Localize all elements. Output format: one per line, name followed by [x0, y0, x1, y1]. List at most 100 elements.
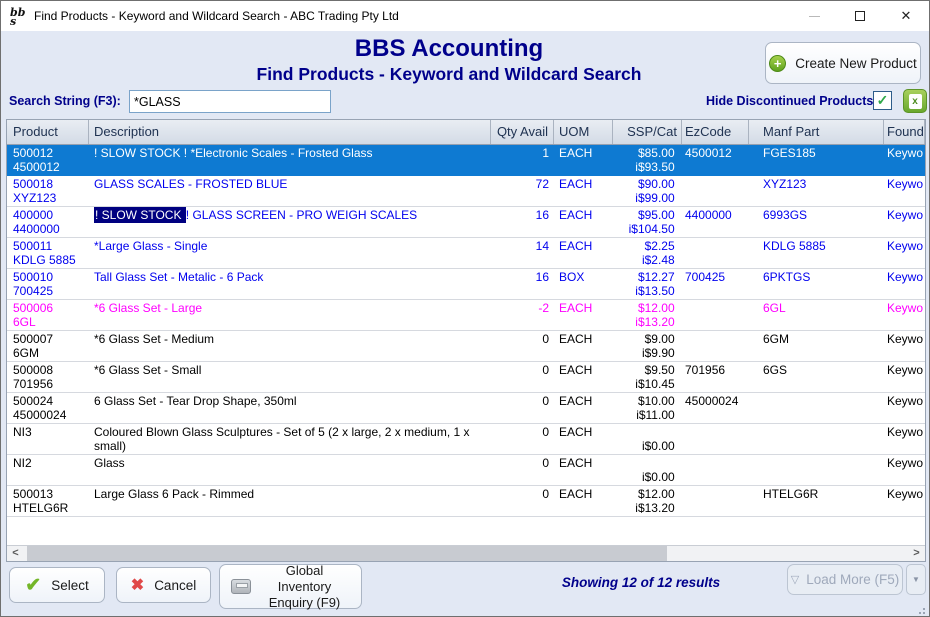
cancel-button[interactable]: ✖ Cancel [116, 567, 211, 603]
cell-manf-part: FGES185 [749, 145, 884, 175]
cell-description: Tall Glass Set - Metalic - 6 Pack [89, 269, 491, 299]
headings: BBS Accounting Find Products - Keyword a… [1, 35, 897, 85]
load-more-dropdown-button[interactable]: ▼ [906, 564, 926, 595]
resize-grip[interactable] [915, 604, 925, 614]
table-row[interactable]: NI2Glass0EACH i$0.00 Keywo [7, 455, 925, 486]
cell-product: 50002445000024 [7, 393, 89, 423]
cell-uom: EACH [554, 238, 613, 268]
scroll-right-icon[interactable]: > [908, 546, 925, 561]
cell-manf-part: 6GS [749, 362, 884, 392]
table-row[interactable]: 5000076GM*6 Glass Set - Medium0EACH$9.00… [7, 331, 925, 362]
cell-uom: EACH [554, 424, 613, 454]
cell-product: 5000124500012 [7, 145, 89, 175]
cell-product: 4000004400000 [7, 207, 89, 237]
column-header-description[interactable]: Description [89, 120, 491, 144]
table-row[interactable]: 5000124500012! SLOW STOCK ! *Electronic … [7, 145, 925, 176]
cell-uom: BOX [554, 269, 613, 299]
scroll-left-icon[interactable]: < [7, 546, 24, 561]
cell-uom: EACH [554, 362, 613, 392]
create-new-product-button[interactable]: + Create New Product [765, 42, 921, 84]
cell-ssp-cat: $12.00 i$13.20 [613, 486, 682, 516]
cell-ezcode [682, 486, 749, 516]
cell-manf-part [749, 455, 884, 485]
cell-ezcode [682, 424, 749, 454]
cell-ezcode: 701956 [682, 362, 749, 392]
cell-ezcode [682, 300, 749, 330]
cell-found: Keywo [884, 145, 925, 175]
cell-ssp-cat: $90.00 i$99.00 [613, 176, 682, 206]
page-title: Find Products - Keyword and Wildcard Sea… [1, 63, 897, 85]
results-status: Showing 12 of 12 results [562, 575, 720, 590]
select-button[interactable]: ✔ Select [9, 567, 105, 603]
column-header-ssp-cat[interactable]: SSP/Cat [613, 120, 682, 144]
column-header-found[interactable]: Found [884, 120, 925, 144]
cell-ssp-cat: $9.50 i$10.45 [613, 362, 682, 392]
cell-qty-avail: 16 [491, 207, 554, 237]
cell-found: Keywo [884, 424, 925, 454]
cell-product: 500010700425 [7, 269, 89, 299]
cell-found: Keywo [884, 331, 925, 361]
export-to-excel-button[interactable]: x [903, 89, 927, 113]
excel-icon: x [909, 94, 922, 109]
cell-ssp-cat: $85.00 i$93.50 [613, 145, 682, 175]
cell-description: *Large Glass - Single [89, 238, 491, 268]
cell-description: *6 Glass Set - Small [89, 362, 491, 392]
search-input[interactable] [129, 90, 331, 113]
minimize-button[interactable] [791, 1, 837, 31]
cell-description: Coloured Blown Glass Sculptures - Set of… [89, 424, 491, 454]
cell-product: 5000066GL [7, 300, 89, 330]
cell-uom: EACH [554, 176, 613, 206]
column-header-ezcode[interactable]: EzCode [682, 120, 749, 144]
cell-ssp-cat: $10.00 i$11.00 [613, 393, 682, 423]
load-more-button[interactable]: ▽ Load More (F5) [787, 564, 903, 595]
table-row[interactable]: 500008701956*6 Glass Set - Small0EACH$9.… [7, 362, 925, 393]
plus-icon: + [769, 55, 786, 72]
table-row[interactable]: 500011KDLG 5885*Large Glass - Single14EA… [7, 238, 925, 269]
table-row[interactable]: 5000066GL*6 Glass Set - Large-2EACH$12.0… [7, 300, 925, 331]
cell-manf-part: 6GM [749, 331, 884, 361]
find-products-window: bbs Find Products - Keyword and Wildcard… [0, 0, 930, 617]
column-header-uom[interactable]: UOM [554, 120, 613, 144]
cell-qty-avail: 72 [491, 176, 554, 206]
column-header-qty-avail[interactable]: Qty Avail [491, 120, 554, 144]
table-row[interactable]: 500024450000246 Glass Set - Tear Drop Sh… [7, 393, 925, 424]
cell-qty-avail: 0 [491, 455, 554, 485]
cell-manf-part: 6PKTGS [749, 269, 884, 299]
cell-found: Keywo [884, 300, 925, 330]
cell-description: GLASS SCALES - FROSTED BLUE [89, 176, 491, 206]
cell-product: NI2 [7, 455, 89, 485]
cell-uom: EACH [554, 331, 613, 361]
column-header-manf-part[interactable]: Manf Part [749, 120, 884, 144]
cell-ezcode: 4400000 [682, 207, 749, 237]
cell-found: Keywo [884, 207, 925, 237]
cell-qty-avail: 1 [491, 145, 554, 175]
app-icon: bbs [10, 5, 27, 27]
table-row[interactable]: 500013HTELG6RLarge Glass 6 Pack - Rimmed… [7, 486, 925, 517]
keyword-highlight: ! SLOW STOCK [94, 207, 186, 223]
maximize-button[interactable] [837, 1, 883, 31]
window-title: Find Products - Keyword and Wildcard Sea… [34, 9, 399, 23]
close-button[interactable]: ✕ [883, 1, 929, 31]
cell-manf-part [749, 393, 884, 423]
table-row[interactable]: 500018XYZ123GLASS SCALES - FROSTED BLUE7… [7, 176, 925, 207]
cell-found: Keywo [884, 176, 925, 206]
cell-product: 5000076GM [7, 331, 89, 361]
hide-discontinued-checkbox[interactable]: ✓ [873, 91, 892, 110]
table-header-row: Product Description Qty Avail UOM SSP/Ca… [7, 120, 925, 145]
search-string-label: Search String (F3): [9, 94, 121, 108]
horizontal-scrollbar[interactable]: < > [7, 545, 925, 561]
hide-discontinued-label: Hide Discontinued Products: [706, 94, 878, 108]
global-inventory-enquiry-button[interactable]: Global Inventory Enquiry (F9) [219, 564, 362, 609]
cell-description: *6 Glass Set - Large [89, 300, 491, 330]
cell-found: Keywo [884, 455, 925, 485]
create-new-product-label: Create New Product [795, 56, 917, 71]
cell-ezcode [682, 176, 749, 206]
table-row[interactable]: 500010700425Tall Glass Set - Metalic - 6… [7, 269, 925, 300]
scrollbar-thumb[interactable] [27, 546, 667, 561]
cell-ssp-cat: $95.00 i$104.50 [613, 207, 682, 237]
cell-qty-avail: 0 [491, 486, 554, 516]
table-row[interactable]: 4000004400000! SLOW STOCK ! GLASS SCREEN… [7, 207, 925, 238]
app-title: BBS Accounting [1, 35, 897, 63]
table-row[interactable]: NI3Coloured Blown Glass Sculptures - Set… [7, 424, 925, 455]
column-header-product[interactable]: Product [7, 120, 89, 144]
